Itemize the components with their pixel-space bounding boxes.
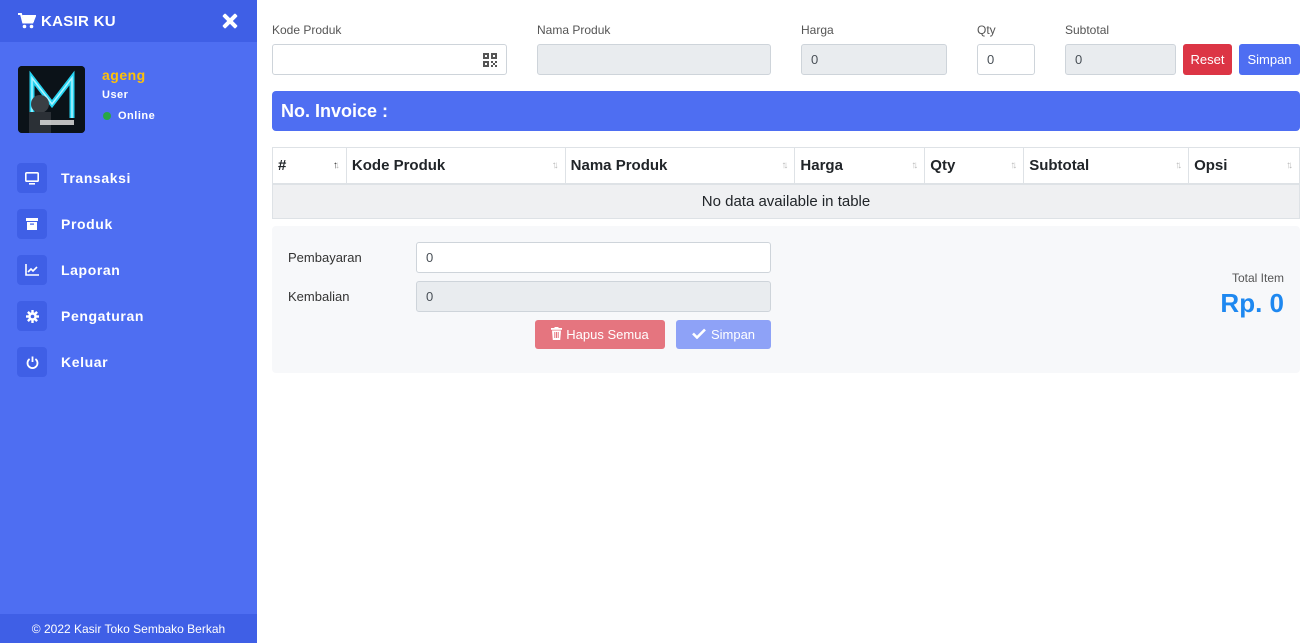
column-header-nama-produk[interactable]: Nama Produk ↑↓: [564, 147, 796, 185]
column-header-label: Opsi: [1194, 156, 1228, 174]
sidebar-item-label: Laporan: [61, 262, 121, 278]
column-header-label: Nama Produk: [570, 156, 668, 174]
column-header-label: Kode Produk: [351, 156, 446, 174]
column-header-kode-produk[interactable]: Kode Produk ↑↓: [345, 147, 566, 185]
chart-icon: [17, 255, 47, 285]
avatar: [18, 66, 85, 133]
sort-icon: ↑↓: [781, 160, 788, 171]
cart-table: # ↑↓ Kode Produk ↑↓ Nama Produk ↑↓ Harga…: [272, 147, 1300, 219]
user-status-label: Online: [118, 110, 156, 122]
hapus-semua-button[interactable]: Hapus Semua: [535, 320, 665, 349]
simpan-transaksi-button[interactable]: Simpan: [676, 320, 771, 349]
reset-button[interactable]: Reset: [1183, 44, 1232, 75]
column-header-subtotal[interactable]: Subtotal ↑↓: [1023, 147, 1190, 185]
harga-input[interactable]: 0: [801, 44, 947, 75]
user-name[interactable]: ageng: [102, 67, 155, 83]
sort-icon: ↑↓: [1010, 160, 1017, 171]
monitor-icon: [17, 163, 47, 193]
column-header-label: Harga: [800, 156, 843, 174]
sidebar-item-produk[interactable]: Produk: [17, 209, 247, 239]
qr-code-icon[interactable]: [483, 53, 497, 70]
payment-panel: Pembayaran 0 Kembalian 0 Hapus Semua Sim…: [272, 226, 1300, 373]
check-icon: [692, 327, 706, 342]
sort-icon: ↑↓: [332, 160, 340, 171]
kode-produk-input[interactable]: [272, 44, 507, 75]
table-row: No data available in table: [272, 183, 1300, 219]
sidebar-item-keluar[interactable]: Keluar: [17, 347, 247, 377]
invoice-bar: No. Invoice :: [272, 91, 1300, 131]
column-header-harga[interactable]: Harga ↑↓: [794, 147, 926, 185]
sidebar-header: KASIR KU: [0, 0, 257, 42]
sidebar-item-label: Keluar: [61, 354, 109, 370]
brand[interactable]: KASIR KU: [18, 13, 116, 30]
kode-produk-label: Kode Produk: [272, 23, 342, 37]
sidebar-item-label: Produk: [61, 216, 113, 232]
pembayaran-input[interactable]: 0: [416, 242, 771, 273]
column-header-qty[interactable]: Qty ↑↓: [924, 147, 1025, 185]
user-info: ageng User Online: [102, 66, 155, 133]
column-header-opsi[interactable]: Opsi ↑↓: [1188, 147, 1300, 185]
qty-label: Qty: [977, 23, 996, 37]
column-header-label: Subtotal: [1029, 156, 1090, 174]
sort-icon: ↑↓: [551, 160, 559, 171]
kembalian-label: Kembalian: [288, 289, 350, 304]
empty-table-message: No data available in table: [272, 183, 1300, 219]
pembayaran-label: Pembayaran: [288, 250, 362, 265]
simpan-item-button[interactable]: Simpan: [1239, 44, 1300, 75]
subtotal-input[interactable]: 0: [1065, 44, 1176, 75]
column-header-label: Qty: [930, 156, 956, 174]
cart-icon: [18, 13, 36, 29]
gear-icon: [17, 301, 47, 331]
sidebar-item-label: Transaksi: [61, 170, 131, 186]
user-status: Online: [102, 110, 155, 122]
invoice-label: No. Invoice :: [281, 100, 389, 121]
sidebar-item-laporan[interactable]: Laporan: [17, 255, 247, 285]
table-header-row: # ↑↓ Kode Produk ↑↓ Nama Produk ↑↓ Harga…: [272, 147, 1300, 185]
column-header-number[interactable]: # ↑↓: [272, 147, 347, 185]
hapus-semua-label: Hapus Semua: [566, 327, 649, 342]
kembalian-input[interactable]: 0: [416, 281, 771, 312]
sort-icon: ↑↓: [1175, 160, 1182, 171]
qty-input[interactable]: 0: [977, 44, 1035, 75]
user-role: User: [102, 89, 129, 101]
nama-produk-input[interactable]: [537, 44, 771, 75]
total-value: Rp. 0: [1220, 288, 1284, 318]
sidebar-menu: Transaksi Produk Laporan Pengaturan Kelu…: [17, 163, 247, 393]
archive-icon: [17, 209, 47, 239]
sort-icon: ↑↓: [911, 160, 918, 171]
sort-icon: ↑↓: [1286, 160, 1293, 171]
sidebar-item-transaksi[interactable]: Transaksi: [17, 163, 247, 193]
close-icon[interactable]: [221, 12, 239, 30]
subtotal-label: Subtotal: [1065, 23, 1110, 37]
column-header-label: #: [278, 156, 287, 174]
sidebar-item-label: Pengaturan: [61, 308, 145, 324]
trash-icon: [551, 326, 563, 343]
nama-produk-label: Nama Produk: [537, 23, 611, 37]
online-dot-icon: [103, 112, 111, 120]
total-item-label: Total Item: [1231, 271, 1284, 285]
sidebar: KASIR KU ageng User Online Transaksi Pro…: [0, 0, 257, 643]
simpan-transaksi-label: Simpan: [710, 327, 756, 342]
power-icon: [17, 347, 47, 377]
sidebar-item-pengaturan[interactable]: Pengaturan: [17, 301, 247, 331]
sidebar-footer: © 2022 Kasir Toko Sembako Berkah: [0, 614, 257, 643]
user-panel: ageng User Online: [18, 66, 155, 133]
harga-label: Harga: [801, 23, 834, 37]
brand-title: KASIR KU: [41, 12, 116, 30]
